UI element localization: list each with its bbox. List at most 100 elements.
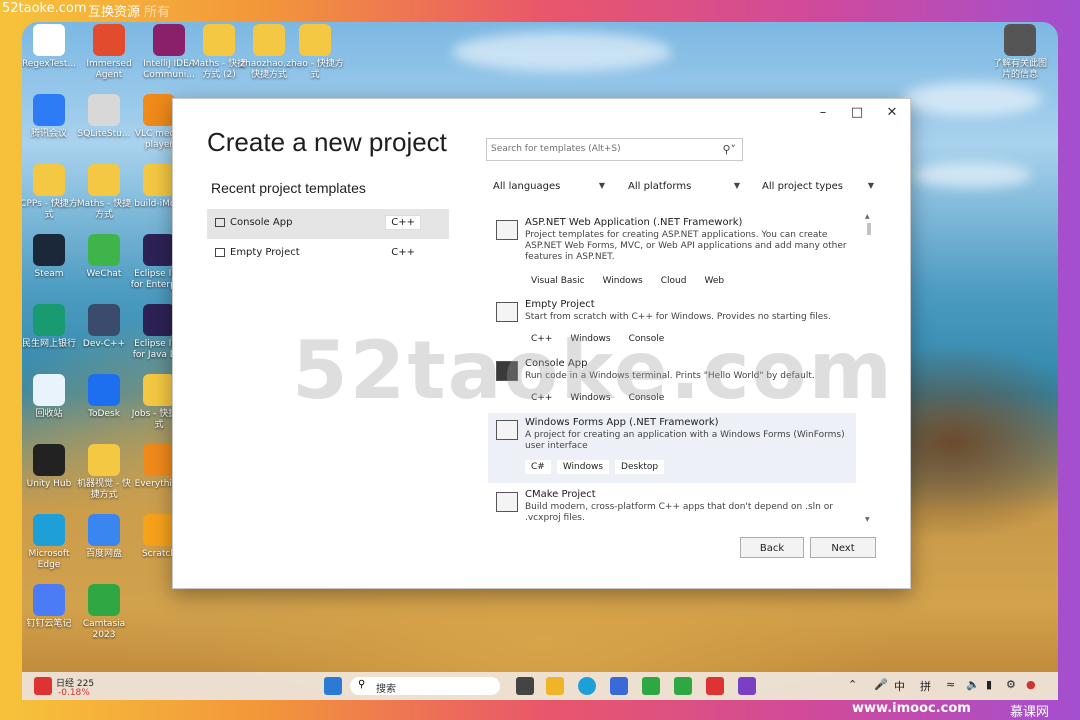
template-windows-forms-app[interactable]: Windows Forms App (.NET Framework) A pro…	[488, 413, 856, 483]
ime-mode[interactable]: 拼	[920, 678, 931, 694]
maximize-icon[interactable]: □	[843, 103, 871, 123]
desktop-icon[interactable]: RegexTest...	[22, 24, 79, 70]
desktop-icon[interactable]: 钉钉云笔记	[22, 584, 79, 630]
desktop-icon-label: Immersed Agent	[86, 59, 132, 80]
desktop-icon[interactable]: Microsoft Edge	[22, 514, 79, 571]
file-explorer-icon[interactable]	[546, 677, 564, 695]
recent-item-console-app[interactable]: Console App C++	[207, 209, 449, 239]
volume-icon[interactable]: 🔈	[966, 678, 980, 691]
app-icon	[93, 24, 125, 56]
chevron-up-icon[interactable]: ⌃	[848, 678, 857, 691]
desktop-icon[interactable]: zhao - 快捷方式	[285, 24, 345, 81]
desktop-icon[interactable]: WeChat	[74, 234, 134, 280]
desktop-icon-label: 回收站	[35, 409, 63, 419]
chevron-down-icon: ▼	[867, 181, 874, 190]
desktop-icon-label: 机器视觉 - 快捷方式	[77, 479, 131, 500]
taskbar-search-input[interactable]: ⚲ 搜索	[350, 677, 500, 695]
app-icon	[88, 234, 120, 266]
settings-icon[interactable]: ⚙	[1006, 678, 1016, 691]
close-icon[interactable]: ✕	[878, 103, 906, 123]
desktop-icon[interactable]: Unity Hub	[22, 444, 79, 490]
ime-language[interactable]: 中	[894, 678, 905, 694]
overlay-imooc-brand: 慕课网	[1010, 705, 1050, 720]
scrollbar-thumb[interactable]	[867, 223, 871, 235]
template-tag: Visual Basic	[531, 276, 585, 286]
desktop-icon-label: WeChat	[86, 269, 122, 279]
overlay-site-text: 52taoke.com	[2, 1, 87, 16]
overlay-imooc-site: www.imooc.com	[852, 701, 971, 716]
desktop-icon[interactable]: 回收站	[22, 374, 79, 420]
app-icon	[143, 234, 175, 266]
desktop-icon[interactable]: 百度网盘	[74, 514, 134, 560]
template-cmake-project[interactable]: CMake Project Build modern, cross-platfo…	[488, 485, 856, 523]
stock-icon[interactable]	[34, 677, 52, 695]
template-aspnet-web-app[interactable]: ASP.NET Web Application (.NET Framework)…	[488, 213, 856, 291]
back-button[interactable]: Back	[740, 537, 804, 558]
chevron-down-icon: ▼	[598, 181, 605, 190]
visual-studio-icon[interactable]	[738, 677, 756, 695]
template-tag: Cloud	[660, 276, 687, 286]
app-icon	[33, 444, 65, 476]
app-icon	[1004, 24, 1036, 56]
start-icon[interactable]	[324, 677, 342, 695]
recent-item-lang: C++	[391, 247, 415, 258]
desktop-icon[interactable]: Steam	[22, 234, 79, 280]
app-icon	[33, 164, 65, 196]
platform-filter[interactable]: All platforms ▼	[628, 181, 740, 192]
recent-item-label: Empty Project	[230, 247, 300, 258]
recorder-icon[interactable]	[706, 677, 724, 695]
edge-icon[interactable]	[578, 677, 596, 695]
camtasia-icon[interactable]	[674, 677, 692, 695]
search-icon[interactable]: ⚲˅	[722, 143, 736, 156]
desktop-icon[interactable]: ToDesk	[74, 374, 134, 420]
desktop-icon[interactable]: 了解有关此图片的信息	[990, 24, 1050, 81]
desktop-icon[interactable]: Maths - 快捷方式	[74, 164, 134, 221]
store-icon[interactable]	[610, 677, 628, 695]
scroll-down-icon[interactable]: ▼	[865, 516, 870, 523]
desktop-icon-label: Microsoft Edge	[28, 549, 70, 570]
app-icon	[88, 374, 120, 406]
notification-icon[interactable]: ●	[1026, 678, 1036, 691]
desktop-icon[interactable]: SQLiteStu...	[74, 94, 134, 140]
desktop-icon[interactable]: Dev-C++	[74, 304, 134, 350]
app-icon	[88, 94, 120, 126]
battery-icon[interactable]: ▮	[986, 678, 992, 691]
minimize-icon[interactable]: –	[809, 103, 837, 123]
desktop-icon-label: 钉钉云笔记	[26, 619, 72, 629]
recent-item-empty-project[interactable]: Empty Project C++	[207, 239, 449, 269]
desktop-icon-label: CPPs - 快捷方式	[22, 199, 78, 220]
app-icon	[88, 584, 120, 616]
desktop-icon-label: Camtasia 2023	[82, 619, 126, 640]
app-icon	[143, 374, 175, 406]
app-icon	[143, 164, 175, 196]
scroll-up-icon[interactable]: ▲	[865, 213, 870, 220]
desktop-icon-label: Maths - 快捷方式	[76, 199, 132, 220]
stock-change: -0.18%	[58, 688, 90, 698]
recent-item-label: Console App	[230, 217, 293, 228]
app-icon	[153, 24, 185, 56]
desktop-icon[interactable]: 民生网上银行	[22, 304, 79, 350]
project-type-filter-value: All project types	[762, 181, 844, 192]
desktop-icon-label: 百度网盘	[85, 549, 122, 559]
template-search-input[interactable]: Search for templates (Alt+S) ⚲˅	[486, 138, 743, 161]
language-filter-value: All languages	[493, 181, 561, 192]
desktop-icon[interactable]: 机器视觉 - 快捷方式	[74, 444, 134, 501]
language-filter[interactable]: All languages ▼	[493, 181, 605, 192]
desktop-icon[interactable]: 腾讯会议	[22, 94, 79, 140]
desktop-icon[interactable]: Immersed Agent	[79, 24, 139, 81]
page-title: Create a new project	[207, 127, 447, 157]
next-button[interactable]: Next	[810, 537, 876, 558]
desktop-icon[interactable]: Camtasia 2023	[74, 584, 134, 641]
desktop-icon[interactable]: CPPs - 快捷方式	[22, 164, 79, 221]
desktop-icon-label: zhao - 快捷方式	[286, 59, 344, 80]
desktop-icon-label: 腾讯会议	[30, 129, 67, 139]
app-icon[interactable]	[642, 677, 660, 695]
task-view-icon[interactable]	[516, 677, 534, 695]
desktop-icon-label: Unity Hub	[26, 479, 72, 489]
microphone-icon[interactable]: 🎤	[874, 678, 888, 691]
winforms-icon	[496, 420, 518, 440]
wifi-icon[interactable]: ≈	[946, 678, 955, 691]
project-type-filter[interactable]: All project types ▼	[762, 181, 874, 192]
desktop-icon-label: Dev-C++	[82, 339, 126, 349]
desktop-icon-label: ToDesk	[88, 409, 120, 419]
